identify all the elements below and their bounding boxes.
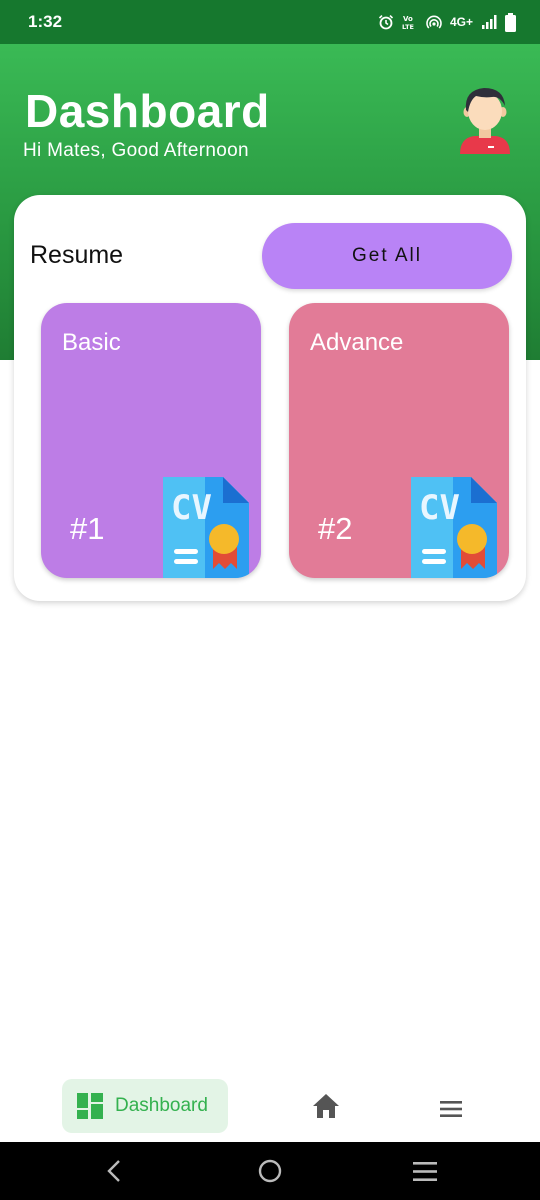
network-type: 4G+ bbox=[449, 15, 473, 29]
page-title: Dashboard bbox=[25, 85, 270, 137]
battery-icon bbox=[505, 12, 516, 32]
cv-document-icon: CV bbox=[411, 477, 497, 578]
bottom-nav: Dashboard bbox=[0, 1068, 540, 1142]
cv-document-icon: CV bbox=[163, 477, 249, 578]
user-avatar-icon[interactable] bbox=[454, 84, 516, 160]
get-all-button[interactable]: Get All bbox=[262, 223, 512, 289]
svg-text:CV: CV bbox=[419, 488, 460, 528]
back-icon[interactable] bbox=[104, 1159, 124, 1183]
svg-text:CV: CV bbox=[171, 488, 212, 528]
system-nav-bar bbox=[0, 1142, 540, 1200]
resume-card: Resume Get All Basic #1 CV Advance #2 CV bbox=[14, 195, 526, 601]
signal-icon bbox=[482, 15, 497, 29]
tile-name: Basic bbox=[62, 329, 121, 356]
status-time: 1:32 bbox=[28, 12, 63, 31]
status-bar: 1:32 Vo LTE 4G+ bbox=[0, 0, 540, 44]
home-icon[interactable] bbox=[312, 1093, 340, 1119]
screen: 1:32 Vo LTE 4G+ Dashboard Hi Mates, Good… bbox=[0, 0, 540, 1200]
hotspot-icon bbox=[426, 15, 442, 29]
advance-resume-tile[interactable]: Advance #2 CV bbox=[289, 303, 509, 578]
menu-icon[interactable] bbox=[440, 1101, 462, 1117]
dashboard-icon bbox=[77, 1093, 103, 1119]
resume-label: Resume bbox=[30, 241, 124, 269]
home-circle-icon[interactable] bbox=[258, 1159, 282, 1183]
tile-number: #2 bbox=[318, 511, 353, 546]
alarm-icon bbox=[378, 15, 394, 30]
nav-item-dashboard[interactable]: Dashboard bbox=[62, 1079, 228, 1133]
basic-resume-tile[interactable]: Basic #1 CV bbox=[41, 303, 261, 578]
nav-dashboard-label: Dashboard bbox=[115, 1095, 208, 1116]
volte-icon: Vo LTE bbox=[402, 15, 414, 31]
svg-text:Vo: Vo bbox=[403, 15, 413, 23]
svg-text:LTE: LTE bbox=[402, 23, 414, 31]
status-icons: Vo LTE 4G+ bbox=[378, 10, 516, 34]
greeting-text: Hi Mates, Good Afternoon bbox=[23, 140, 249, 161]
tile-number: #1 bbox=[70, 511, 105, 546]
recents-icon[interactable] bbox=[413, 1162, 437, 1181]
tile-name: Advance bbox=[310, 329, 404, 356]
